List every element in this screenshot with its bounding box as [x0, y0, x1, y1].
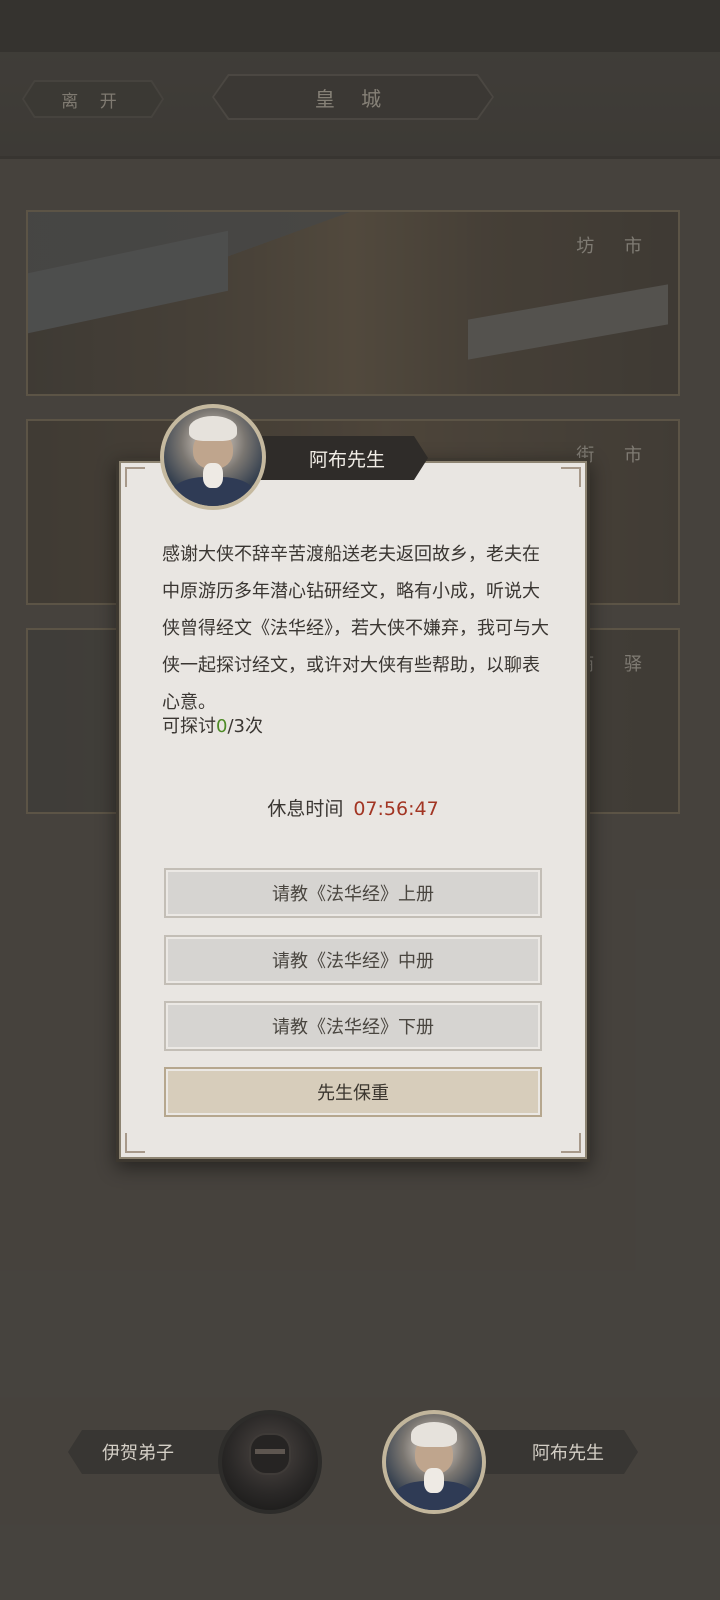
corner-ornament — [125, 1133, 145, 1153]
option-label: 请教《法华经》上册 — [272, 884, 434, 905]
npc-nameplate-abu[interactable]: 阿布先生 — [468, 1430, 638, 1474]
option-button-part1[interactable]: 请教《法华经》上册 — [164, 868, 542, 918]
corner-ornament — [561, 467, 581, 487]
ninja-eyes — [254, 1448, 286, 1455]
npc-name: 伊贺弟子 — [102, 1443, 174, 1464]
portrait-beard — [424, 1467, 444, 1493]
option-label: 请教《法华经》下册 — [272, 1017, 434, 1038]
portrait-beard — [203, 462, 223, 489]
ninja-mask — [248, 1433, 292, 1476]
attempts-prefix: 可探讨 — [162, 716, 216, 737]
option-label: 请教《法华经》中册 — [272, 951, 434, 972]
portrait-hair — [189, 415, 237, 442]
elder-portrait — [386, 1414, 482, 1510]
npc-name: 阿布先生 — [532, 1443, 604, 1464]
corner-ornament — [125, 467, 145, 487]
npc-avatar-iga[interactable] — [218, 1410, 322, 1514]
rest-time: 休息时间 07:56:47 — [116, 794, 590, 821]
attempts-used: 0 — [216, 716, 228, 737]
attempts-counter: 可探讨0/3次 — [162, 712, 263, 738]
attempts-suffix: /3次 — [227, 716, 263, 737]
dialog-message: 感谢大侠不辞辛苦渡船送老夫返回故乡，老夫在中原游历多年潜心钻研经文，略有小成，听… — [162, 544, 549, 713]
option-button-part3[interactable]: 请教《法华经》下册 — [164, 1001, 542, 1051]
portrait-hair — [410, 1421, 458, 1447]
npc-name-text: 阿布先生 — [308, 448, 385, 471]
option-button-part2[interactable]: 请教《法华经》中册 — [164, 935, 542, 985]
farewell-button[interactable]: 先生保重 — [164, 1067, 542, 1117]
corner-ornament — [561, 1133, 581, 1153]
npc-nameplate-iga[interactable]: 伊贺弟子 — [68, 1430, 238, 1474]
dialog-npc-name: 阿布先生 — [252, 436, 428, 480]
elder-portrait — [164, 408, 262, 506]
dialog-portrait — [160, 404, 266, 510]
rest-timer: 07:56:47 — [353, 798, 439, 820]
rest-label: 休息时间 — [267, 798, 344, 820]
ninja-portrait — [222, 1414, 318, 1510]
npc-avatar-abu[interactable] — [382, 1410, 486, 1514]
farewell-label: 先生保重 — [317, 1083, 389, 1104]
